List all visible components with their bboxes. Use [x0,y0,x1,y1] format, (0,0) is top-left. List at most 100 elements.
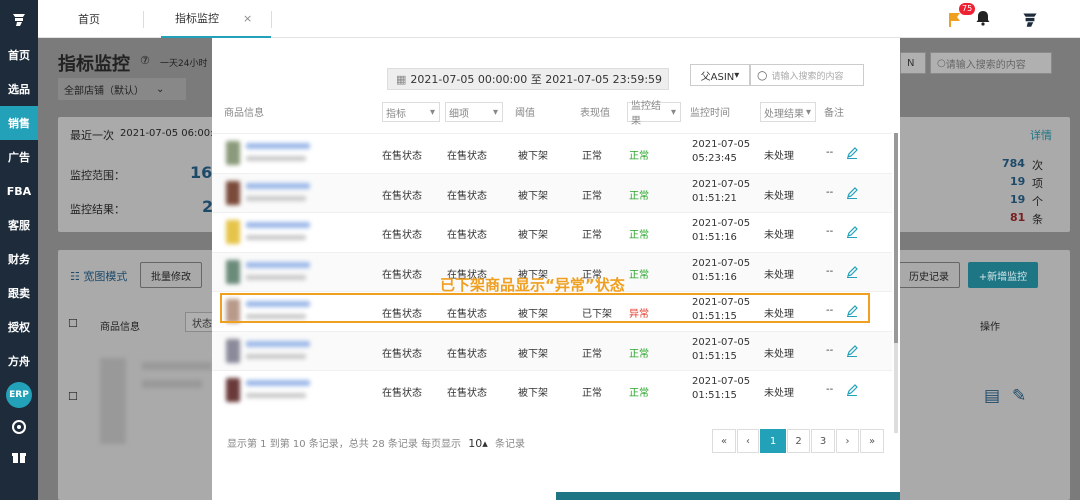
pagination-button[interactable]: » [860,429,884,453]
stat-value: 19 [1010,175,1026,188]
cell-value: 正常 [582,388,602,399]
cell-handle: 未处理 [764,348,794,360]
batch-edit-button[interactable]: 批量修改 [140,262,202,288]
mode-label: 宽图模式 [83,270,128,283]
edit-note-icon[interactable] [846,226,858,241]
cell-handle: 未处理 [764,151,794,162]
pagination-button[interactable]: 2 [787,429,810,453]
table-row[interactable]: 在售状态 在售状态 被下架 正常 正常 2021-07-05 01:51:15 未处理 -- [212,330,892,370]
product-title-link[interactable] [246,222,310,228]
sidebar-item[interactable]: 选品 [0,72,38,106]
cell-note: -- [826,344,834,356]
history-button[interactable]: 历史记录 [898,262,960,288]
sidebar-item[interactable]: 方舟 [0,344,38,378]
row-checkbox[interactable]: ☐ [68,390,78,403]
add-monitor-button[interactable]: +新增监控 [968,262,1038,288]
flag-icon[interactable] [948,12,962,31]
bell-icon[interactable] [976,10,990,29]
product-image [226,259,240,284]
edit-note-icon[interactable] [846,147,858,162]
pagination-button[interactable]: 1 [760,429,786,453]
scrollbar-thumb[interactable] [894,133,898,343]
date-range-value: 2021-07-05 00:00:00 至 2021-07-05 23:59:5… [410,73,663,86]
tab-close-icon[interactable]: × [243,12,252,25]
date-range-picker[interactable]: ▦ 2021-07-05 00:00:00 至 2021-07-05 23:59… [387,68,669,90]
product-title-link[interactable] [246,143,310,149]
scrollbar[interactable] [894,133,898,433]
cell-date: 2021-07-05 [692,218,751,229]
search-input-bg[interactable]: ○ 请输入搜索的内容 [930,52,1052,74]
help-icon[interactable] [0,412,38,442]
sidebar: 首页 选品 销售 广告 FBA 客服 财务 跟卖授权方舟 ERP [0,0,38,500]
product-title-link[interactable] [246,182,310,189]
cell-threshold: 被下架 [518,388,548,399]
product-image [226,338,240,363]
edit-note-icon[interactable] [846,384,858,399]
pagination-button[interactable]: 3 [811,429,835,453]
detail-filter[interactable]: 细项 ▾ [445,102,503,122]
scope-label: 监控范围： [70,169,125,182]
product-title-link[interactable] [246,380,310,386]
cell-time: 01:51:15 [692,350,737,362]
cell-metric: 在售状态 [382,388,422,399]
search-input[interactable]: ○ 请输入搜索的内容 [750,64,864,86]
pagination-button[interactable]: › [836,429,859,453]
sidebar-item-label: ERP [6,382,32,408]
table-row[interactable]: 在售状态 在售状态 被下架 正常 正常 2021-07-05 05:23:45 未处理 -- [212,133,892,172]
edit-note-icon[interactable] [846,265,858,281]
search-placeholder: 请输入搜索的内容 [771,71,844,82]
result-filter[interactable]: 监控结果 ▾ [627,101,681,127]
status-filter-label: 状态 [192,318,212,330]
store-select[interactable]: 全部店铺（默认） ⌄ [58,78,186,100]
cell-threshold: 被下架 [518,348,548,360]
cell-result: 正常 [629,348,649,360]
metric-detail-modal: ▦ 2021-07-05 00:00:00 至 2021-07-05 23:59… [212,38,900,500]
cell-metric: 在售状态 [382,348,422,360]
edit-note-icon[interactable] [846,344,858,360]
tab-home[interactable]: 首页 [78,0,100,38]
sidebar-item[interactable]: FBA [0,174,38,208]
page-size-select[interactable]: 10▴ [468,437,488,450]
detail-link[interactable]: 详情 [1030,127,1052,143]
sidebar-item-label: FBA [6,184,32,198]
product-title-link[interactable] [246,340,310,347]
sidebar-item[interactable]: 首页 [0,38,38,72]
sidebar-item[interactable]: 销售 [0,106,38,140]
table-row[interactable]: 在售状态 在售状态 被下架 正常 正常 2021-07-05 01:51:15 未处理 -- [212,370,892,409]
table-row[interactable]: 在售状态 在售状态 被下架 正常 正常 2021-07-05 01:51:21 未处理 -- [212,172,892,212]
pagination-info-text: 显示第 1 到第 10 条记录，总共 28 条记录 每页显示 [227,439,462,450]
product-title-link[interactable] [246,261,310,268]
select-all-checkbox[interactable]: ☐ [68,317,78,330]
stat-value: 19 [1010,193,1026,206]
mode-toggle[interactable]: ☷ 宽图模式 [70,268,127,284]
cell-note: -- [826,186,834,198]
cell-handle: 未处理 [764,230,794,241]
sidebar-item[interactable]: 广告 [0,140,38,174]
sidebar-item[interactable]: 授权 [0,310,38,344]
report-icon[interactable]: ▤ [984,386,1000,406]
pagination-button[interactable]: « [712,429,736,453]
cell-threshold: 被下架 [518,151,548,162]
edit-note-icon[interactable] [846,186,858,202]
metric-filter[interactable]: 指标 ▾ [382,102,440,122]
table-row[interactable]: 在售状态 在售状态 被下架 正常 正常 2021-07-05 01:51:16 未处理 -- [212,212,892,251]
logo-icon[interactable] [0,0,38,38]
detail-filter-label: 细项 [449,108,469,120]
sidebar-item-label: 授权 [8,321,30,334]
asin-select-bg[interactable]: N [900,52,926,74]
edit-icon[interactable]: ✎ [1012,386,1026,406]
avatar[interactable] [1019,8,1041,33]
sidebar-item[interactable]: 客服 [0,208,38,242]
stat-unit: 条 [1032,213,1043,226]
stat-unit: 次 [1032,159,1043,172]
search-input-bg-placeholder: 请输入搜索的内容 [945,59,1026,71]
pagination-button[interactable]: ‹ [737,429,759,453]
handle-filter[interactable]: 处理结果 ▾ [760,102,816,122]
sidebar-item[interactable]: 财务 [0,242,38,276]
asin-select[interactable]: 父ASIN ▾ [690,64,750,86]
gift-icon[interactable] [0,442,38,472]
tab-metric-monitor[interactable]: 指标监控 × [161,0,271,38]
sidebar-item[interactable]: 跟卖 [0,276,38,310]
cell-date: 2021-07-05 [692,376,751,387]
sidebar-item[interactable]: ERP [0,378,38,412]
